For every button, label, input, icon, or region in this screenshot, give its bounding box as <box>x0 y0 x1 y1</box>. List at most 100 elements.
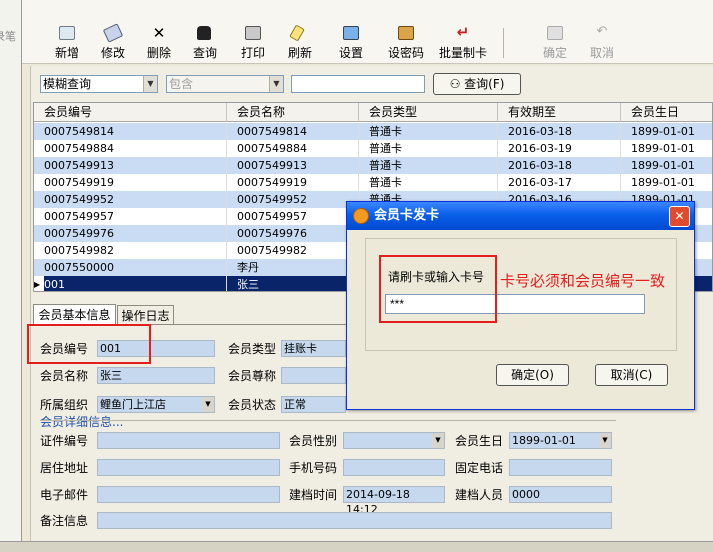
batch-card-button[interactable]: ↵ 批量制卡 <box>434 25 492 62</box>
phone-field[interactable] <box>509 459 612 476</box>
table-cell: 2016-03-17 <box>498 174 621 191</box>
undo-icon: ↶ <box>596 24 608 39</box>
cancel-toolbar-button[interactable]: ↶ 取消 <box>577 24 627 62</box>
grid-header: 会员编号 会员名称 会员类型 有效期至 会员生日 <box>34 103 712 122</box>
search-button[interactable]: ⚇ 查询(F) <box>433 73 521 95</box>
table-cell: 001 <box>34 276 227 291</box>
table-cell: 0007549913 <box>227 157 359 174</box>
search-input[interactable] <box>291 75 425 93</box>
table-row[interactable]: 0007549814 0007549814 普通卡 2016-03-18 1899-01… <box>34 123 712 140</box>
ok-button[interactable]: 确定(O) <box>496 364 569 386</box>
bottom-status-strip <box>0 541 713 552</box>
col-header-member-name[interactable]: 会员名称 <box>227 103 359 122</box>
table-cell: 0007549919 <box>227 174 359 191</box>
table-cell: 0007549919 <box>34 174 227 191</box>
table-cell: 0007549982 <box>34 242 227 259</box>
tab-basic-info[interactable]: 会员基本信息 <box>33 304 116 325</box>
id-no-label: 证件编号 <box>40 434 89 448</box>
annotation-note: 卡号必须和会员编号一致 <box>500 272 666 290</box>
col-header-expiry[interactable]: 有效期至 <box>498 103 621 122</box>
detail-divider <box>40 420 616 421</box>
table-cell: 普通卡 <box>359 123 498 140</box>
set-password-button[interactable]: 设密码 <box>380 26 432 62</box>
member-name-label: 会员名称 <box>40 369 89 383</box>
member-type-label: 会员类型 <box>228 342 277 356</box>
table-cell: 0007549814 <box>34 123 227 140</box>
creator-label: 建档人员 <box>455 488 504 502</box>
status-field[interactable]: 正常 <box>281 396 346 413</box>
col-header-member-no[interactable]: 会员编号 <box>34 103 227 122</box>
table-cell: 0007549957 <box>227 208 359 225</box>
table-cell: 李丹 <box>227 259 359 276</box>
gender-select[interactable]: ▼ <box>343 432 445 449</box>
eraser-edit-icon <box>102 23 124 43</box>
table-cell: 2016-03-18 <box>498 123 621 140</box>
refresh-brush-icon <box>289 24 305 42</box>
condition-select[interactable]: 包含 ▼ <box>166 75 284 93</box>
status-label: 会员状态 <box>228 398 277 412</box>
remark-label: 备注信息 <box>40 514 89 528</box>
table-cell: 0007549982 <box>227 242 359 259</box>
table-cell: 1899-01-01 <box>621 174 712 191</box>
email-label: 电子邮件 <box>40 488 89 502</box>
table-cell: 0007549884 <box>34 140 227 157</box>
print-button[interactable]: 打印 <box>228 26 278 62</box>
birthday-label: 会员生日 <box>455 434 504 448</box>
created-time-field[interactable]: 2014-09-18 14:12 <box>343 486 445 516</box>
table-row[interactable]: 0007549913 0007549913 普通卡 2016-03-18 1899-01… <box>34 157 712 174</box>
address-label: 居住地址 <box>40 461 89 475</box>
highlight-member-no <box>27 324 151 364</box>
table-cell: 1899-01-01 <box>621 157 712 174</box>
id-no-field[interactable] <box>97 432 280 449</box>
settings-button[interactable]: 设置 <box>326 26 376 62</box>
birthday-select[interactable]: 1899-01-01 ▼ <box>509 432 612 449</box>
delete-button[interactable]: ✕ 删除 <box>134 24 184 62</box>
edit-button[interactable]: 修改 <box>88 23 138 62</box>
query-mode-select[interactable]: 模糊查询 ▼ <box>40 75 158 93</box>
email-field[interactable] <box>97 486 280 503</box>
address-field[interactable] <box>97 459 280 476</box>
table-cell: 普通卡 <box>359 174 498 191</box>
col-header-birthday[interactable]: 会员生日 <box>621 103 712 122</box>
query-button[interactable]: 查询 <box>180 26 230 62</box>
add-button[interactable]: 新增 <box>42 26 92 62</box>
table-cell: 1899-01-01 <box>621 123 712 140</box>
orange-app-icon <box>353 208 369 224</box>
table-cell: 0007549913 <box>34 157 227 174</box>
member-name-field[interactable]: 张三 <box>97 367 215 384</box>
table-cell: 0007549814 <box>227 123 359 140</box>
dialog-titlebar: 会员卡发卡 ✕ <box>347 202 694 230</box>
detail-section-title: 会员详细信息... <box>40 415 124 429</box>
dialog-title: 会员卡发卡 <box>374 208 440 223</box>
org-select[interactable]: 鲤鱼门上江店 ▼ <box>97 396 215 413</box>
toolbar: 新增 修改 ✕ 删除 查询 打印 刷新 设置 设密码 ↵ 批量制卡 确定 ↶ 取… <box>22 0 713 64</box>
member-type-field[interactable]: 挂账卡 <box>281 340 346 357</box>
table-cell: 2016-03-18 <box>498 157 621 174</box>
delete-x-icon: ✕ <box>152 24 166 42</box>
chevron-down-icon: ▼ <box>599 433 611 448</box>
confirm-button[interactable]: 确定 <box>530 26 580 62</box>
table-row[interactable]: 0007549884 0007549884 普通卡 2016-03-19 1899-01… <box>34 140 712 157</box>
org-label: 所属组织 <box>40 398 89 412</box>
toolbar-divider <box>503 28 504 58</box>
printer-icon <box>245 26 261 40</box>
mobile-field[interactable] <box>343 459 445 476</box>
table-cell: 0007549957 <box>34 208 227 225</box>
table-cell: 2016-03-19 <box>498 140 621 157</box>
table-cell: 普通卡 <box>359 140 498 157</box>
chevron-down-icon: ▼ <box>432 433 444 448</box>
highlight-card-input <box>379 255 497 323</box>
col-header-member-type[interactable]: 会员类型 <box>359 103 498 122</box>
chevron-down-icon: ▼ <box>202 397 214 412</box>
creator-field[interactable]: 0000 <box>509 486 612 503</box>
remark-field[interactable] <box>97 512 612 529</box>
member-title-label: 会员尊称 <box>228 369 277 383</box>
member-title-field[interactable] <box>281 367 346 384</box>
confirm-check-icon <box>547 26 563 40</box>
cancel-button[interactable]: 取消(C) <box>595 364 668 386</box>
refresh-button[interactable]: 刷新 <box>275 24 325 62</box>
tab-operation-log[interactable]: 操作日志 <box>117 305 174 325</box>
table-row[interactable]: 0007549919 0007549919 普通卡 2016-03-17 1899-01… <box>34 174 712 191</box>
table-cell: 普通卡 <box>359 157 498 174</box>
close-icon[interactable]: ✕ <box>669 206 690 227</box>
